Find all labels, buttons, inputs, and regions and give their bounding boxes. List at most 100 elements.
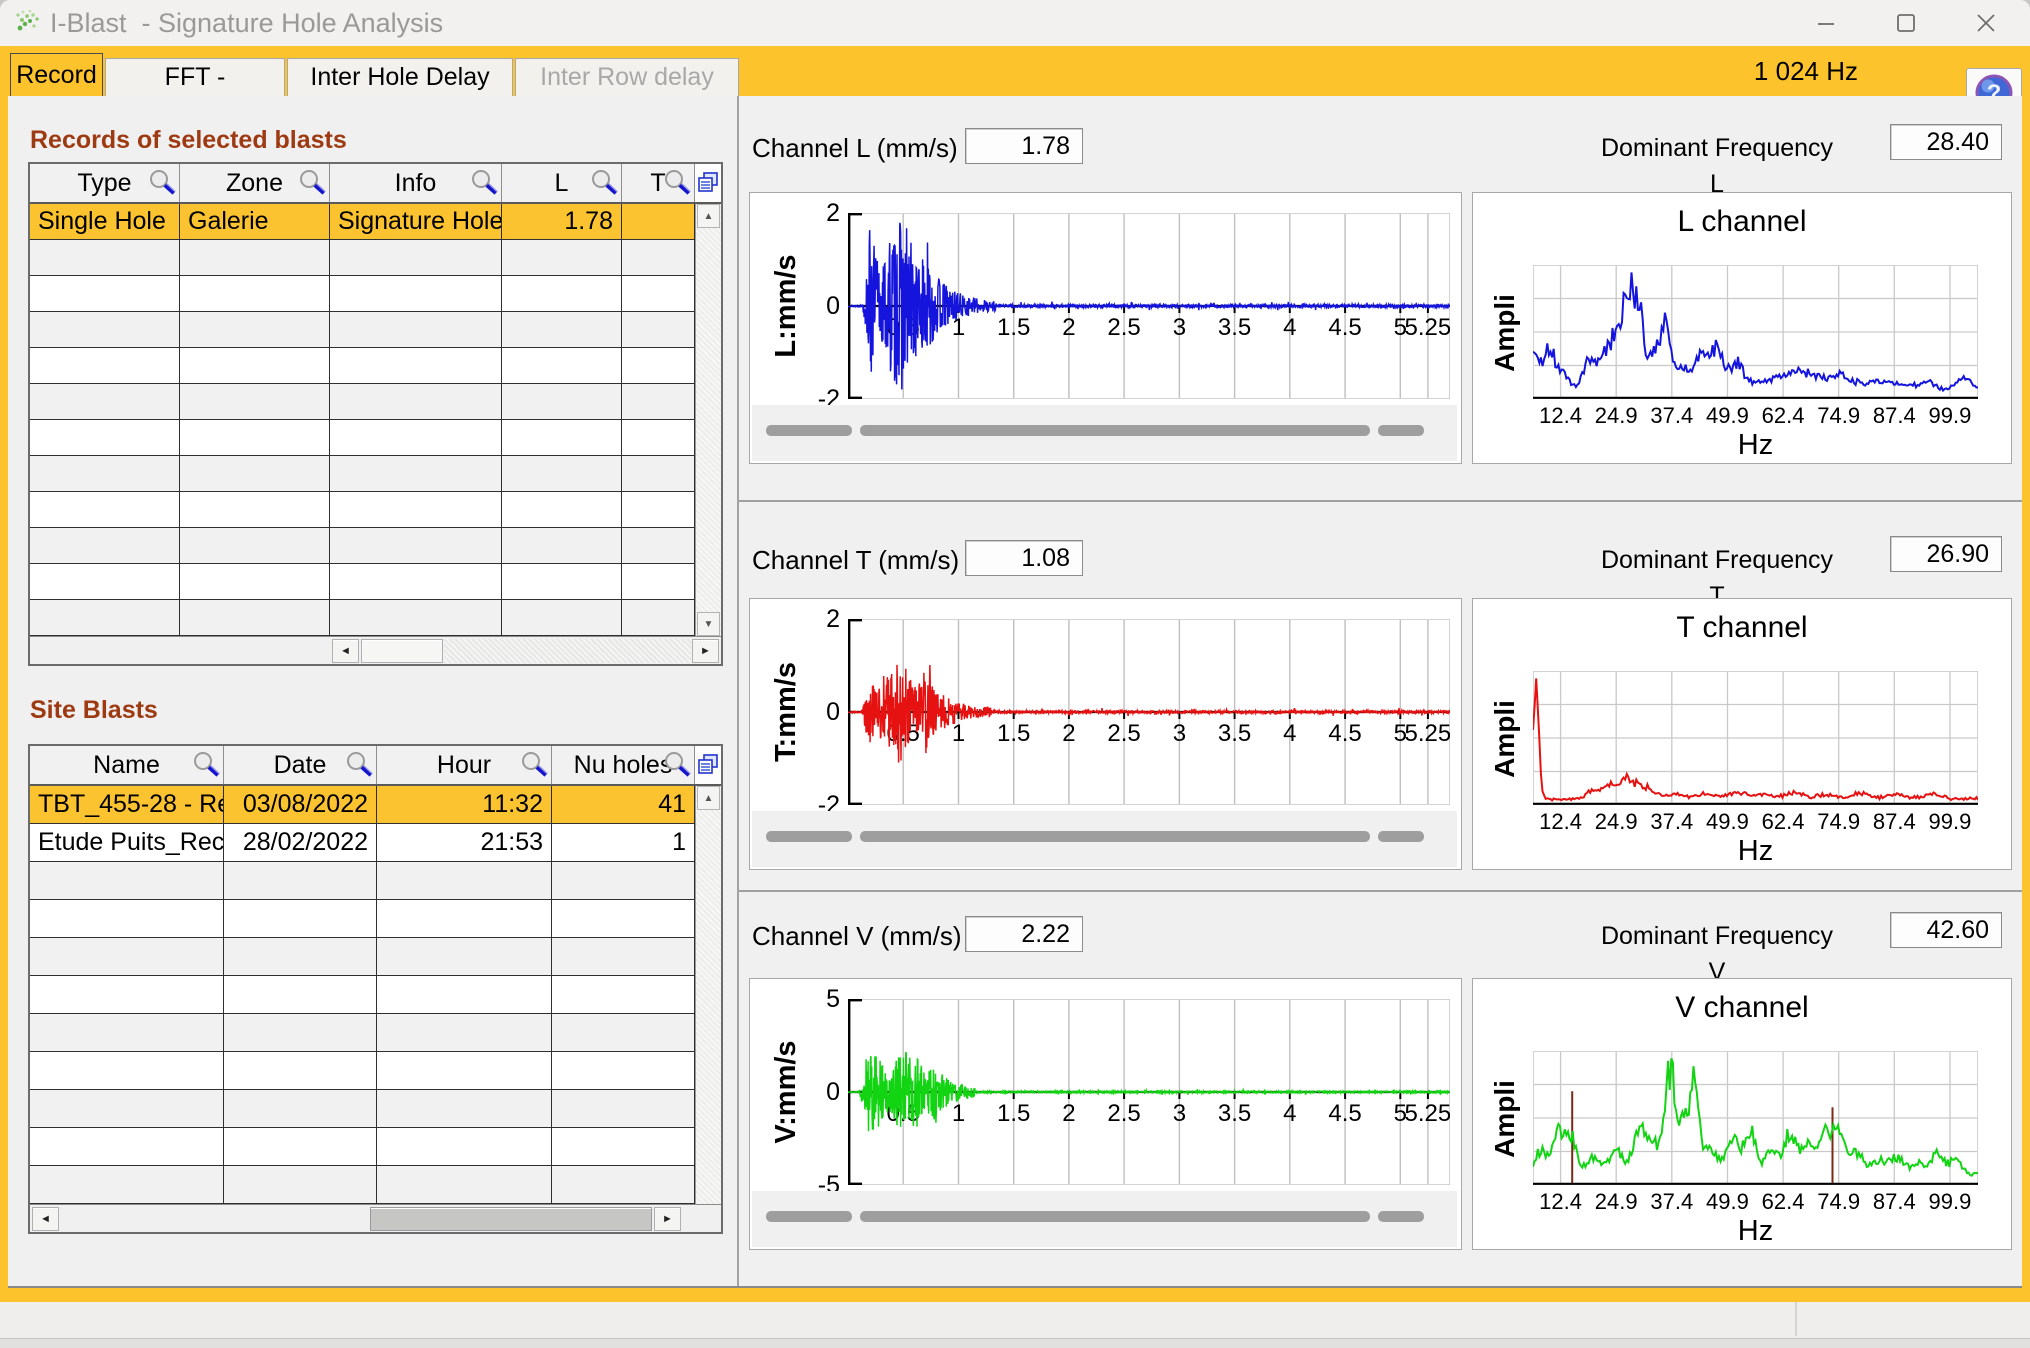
minimize-button[interactable] xyxy=(1786,0,1866,46)
cell-type[interactable] xyxy=(30,384,180,419)
scrollbar-thumb[interactable] xyxy=(766,425,852,436)
cell-name[interactable] xyxy=(30,1090,224,1127)
table-row-empty[interactable] xyxy=(30,348,695,384)
table-row-empty[interactable] xyxy=(30,1014,695,1052)
cell-hour[interactable] xyxy=(377,862,552,899)
table-row-empty[interactable] xyxy=(30,240,695,276)
cell-t[interactable] xyxy=(622,600,695,635)
search-icon[interactable] xyxy=(662,169,692,196)
scrollbar-thumb[interactable] xyxy=(860,831,1370,842)
cell-date[interactable] xyxy=(224,1014,377,1051)
cell-nu-holes[interactable]: 1 xyxy=(552,824,695,861)
cell-hour[interactable] xyxy=(377,900,552,937)
table-row-empty[interactable] xyxy=(30,938,695,976)
cell-t[interactable] xyxy=(622,384,695,419)
column-header-t[interactable]: T xyxy=(622,164,695,202)
cell-l[interactable] xyxy=(502,456,622,491)
vertical-scrollbar[interactable]: ▲▼ xyxy=(695,204,721,636)
scroll-right-button[interactable]: ► xyxy=(654,1207,681,1231)
waveform-scrollbar[interactable] xyxy=(752,1191,1457,1247)
table-row-empty[interactable] xyxy=(30,1090,695,1128)
cell-nu-holes[interactable] xyxy=(552,938,695,975)
column-header-zone[interactable]: Zone xyxy=(180,164,330,202)
cell-info[interactable] xyxy=(330,348,502,383)
table-row-empty[interactable] xyxy=(30,900,695,938)
column-header-date[interactable]: Date xyxy=(224,746,377,784)
cell-l[interactable] xyxy=(502,564,622,599)
cell-t[interactable] xyxy=(622,276,695,311)
cell-name[interactable] xyxy=(30,1052,224,1089)
cell-nu-holes[interactable] xyxy=(552,1052,695,1089)
cell-t[interactable] xyxy=(622,348,695,383)
scrollbar-thumb[interactable] xyxy=(370,1207,652,1231)
column-header-info[interactable]: Info xyxy=(330,164,502,202)
horizontal-scrollbar[interactable]: ◄► xyxy=(30,636,721,664)
tab-inter-hole-delay-ihd[interactable]: Inter Hole Delay (IHD) xyxy=(287,58,513,96)
cell-hour[interactable] xyxy=(377,1090,552,1127)
cell-l[interactable] xyxy=(502,528,622,563)
search-icon[interactable] xyxy=(344,751,374,778)
cell-name[interactable] xyxy=(30,938,224,975)
cell-info[interactable] xyxy=(330,420,502,455)
cell-t[interactable] xyxy=(622,204,695,239)
cell-l[interactable] xyxy=(502,240,622,275)
cell-hour[interactable]: 21:53 xyxy=(377,824,552,861)
cell-nu-holes[interactable] xyxy=(552,976,695,1013)
waveform-scrollbar[interactable] xyxy=(752,405,1457,461)
waveform-scrollbar[interactable] xyxy=(752,811,1457,867)
cell-date[interactable] xyxy=(224,900,377,937)
cell-type[interactable]: Single Hole xyxy=(30,204,180,239)
cell-hour[interactable]: 11:32 xyxy=(377,786,552,823)
table-row[interactable]: Single HoleGalerieSignature Hole1.78 xyxy=(30,204,695,240)
cell-type[interactable] xyxy=(30,348,180,383)
cell-t[interactable] xyxy=(622,492,695,527)
cell-date[interactable] xyxy=(224,976,377,1013)
cell-nu-holes[interactable] xyxy=(552,1090,695,1127)
scroll-left-button[interactable]: ◄ xyxy=(332,639,359,663)
table-row-empty[interactable] xyxy=(30,564,695,600)
cell-date[interactable]: 03/08/2022 xyxy=(224,786,377,823)
cell-type[interactable] xyxy=(30,600,180,635)
cell-hour[interactable] xyxy=(377,1014,552,1051)
cell-zone[interactable] xyxy=(180,312,330,347)
search-icon[interactable] xyxy=(191,751,221,778)
scrollbar-thumb[interactable] xyxy=(1378,831,1424,842)
cell-info[interactable] xyxy=(330,564,502,599)
cell-zone[interactable] xyxy=(180,240,330,275)
column-header-l[interactable]: L xyxy=(502,164,622,202)
dominant-frequency-field-l[interactable]: 28.40 xyxy=(1890,124,2002,160)
table-row-empty[interactable] xyxy=(30,312,695,348)
column-header-hour[interactable]: Hour xyxy=(377,746,552,784)
column-header-nu-holes[interactable]: Nu holes xyxy=(552,746,695,784)
scrollbar-thumb[interactable] xyxy=(1378,425,1424,436)
cell-name[interactable] xyxy=(30,1166,224,1203)
cell-hour[interactable] xyxy=(377,1128,552,1165)
table-row-empty[interactable] xyxy=(30,528,695,564)
cell-type[interactable] xyxy=(30,420,180,455)
cell-l[interactable] xyxy=(502,420,622,455)
cell-name[interactable] xyxy=(30,1014,224,1051)
cell-nu-holes[interactable] xyxy=(552,1014,695,1051)
cell-t[interactable] xyxy=(622,240,695,275)
table-row-empty[interactable] xyxy=(30,276,695,312)
scrollbar-thumb[interactable] xyxy=(361,639,443,663)
cell-zone[interactable] xyxy=(180,348,330,383)
cell-l[interactable] xyxy=(502,492,622,527)
cell-zone[interactable] xyxy=(180,384,330,419)
cell-t[interactable] xyxy=(622,420,695,455)
cell-l[interactable]: 1.78 xyxy=(502,204,622,239)
cell-t[interactable] xyxy=(622,312,695,347)
cell-l[interactable] xyxy=(502,276,622,311)
cell-zone[interactable] xyxy=(180,420,330,455)
channel-peak-field-l[interactable]: 1.78 xyxy=(965,128,1083,164)
cell-name[interactable]: TBT_455-28 - Réali xyxy=(30,786,224,823)
search-icon[interactable] xyxy=(589,169,619,196)
dominant-frequency-field-v[interactable]: 42.60 xyxy=(1890,912,2002,948)
cell-type[interactable] xyxy=(30,240,180,275)
tab-inter-row-delay-ird[interactable]: Inter Row delay (IRD) xyxy=(515,58,739,96)
cell-l[interactable] xyxy=(502,600,622,635)
cell-hour[interactable] xyxy=(377,938,552,975)
column-header-type[interactable]: Type xyxy=(30,164,180,202)
scrollbar-thumb[interactable] xyxy=(1378,1211,1424,1222)
scrollbar-thumb[interactable] xyxy=(860,425,1370,436)
